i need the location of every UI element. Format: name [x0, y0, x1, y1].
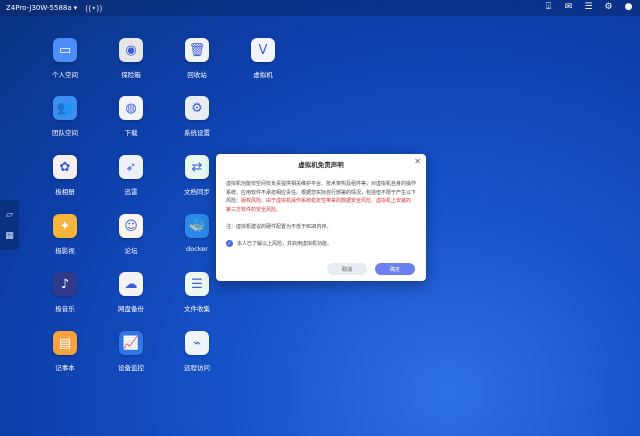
- desktop-app-14[interactable]: ☁ 网盘备份: [101, 272, 161, 313]
- device-selector[interactable]: Z4Pro-J30W-5588a ▾: [6, 4, 77, 12]
- desktop-app-5[interactable]: ◍ 下载: [101, 96, 161, 137]
- team-folder-icon: 👥: [53, 96, 77, 120]
- desktop-app-11[interactable]: ☺ 论坛: [101, 214, 161, 255]
- check-icon[interactable]: ✓: [226, 240, 233, 247]
- desktop-app-2[interactable]: 🗑 回收站: [167, 38, 227, 79]
- cloud-backup-icon: ☁: [119, 272, 143, 296]
- desktop-app-label: 论坛: [124, 247, 138, 255]
- download-icon: ◍: [119, 96, 143, 120]
- agree-checkbox[interactable]: ✓ 本人已了解以上风险，并启用虚拟机功能。: [226, 240, 332, 247]
- desktop-app-8[interactable]: ➶ 迅雷: [101, 155, 161, 196]
- desktop-app-label: 系统设置: [184, 129, 210, 137]
- hardware-note: 注：虚拟机建议的硬件配置为不低于8GB内存。: [226, 224, 332, 230]
- desktop-app-label: 极影视: [55, 247, 75, 255]
- desktop-app-1[interactable]: ◉ 保险箱: [101, 38, 161, 79]
- thunder-icon: ➶: [119, 155, 143, 179]
- desktop-app-3[interactable]: V 虚拟机: [233, 38, 293, 79]
- device-name: Z4Pro-J30W-5588a: [6, 4, 72, 12]
- video-icon: ✦: [53, 214, 77, 238]
- top-right-toolbar: ⍗ ✉ ☰ ⚙ ●: [543, 2, 634, 12]
- photos-icon: ✿: [53, 155, 77, 179]
- desktop-app-label: 团队空间: [52, 129, 78, 137]
- desktop-app-0[interactable]: ▭ 个人空间: [35, 38, 95, 79]
- desktop-app-18[interactable]: ⌁ 远程访问: [167, 331, 227, 372]
- desktop-app-label: 回收站: [187, 71, 207, 79]
- close-icon[interactable]: ✕: [414, 157, 421, 166]
- desktop-app-label: 文件收集: [184, 305, 210, 313]
- folder-icon: ▭: [53, 38, 77, 62]
- desktop-app-label: 保险箱: [121, 71, 141, 79]
- desktop-app-6[interactable]: ⚙ 系统设置: [167, 96, 227, 137]
- notepad-icon: ▤: [53, 331, 77, 355]
- laptop-icon[interactable]: ▱: [6, 210, 13, 220]
- mail-icon[interactable]: ✉: [563, 2, 574, 12]
- settings-icon[interactable]: ⚙: [603, 2, 614, 12]
- desktop-app-13[interactable]: ♪ 极音乐: [35, 272, 95, 313]
- settings-icon: ⚙: [185, 96, 209, 120]
- confirm-button[interactable]: 确定: [375, 263, 415, 275]
- dialog-body: 虚拟机功能仅空间仅负责提供相关维护平台、技术架构及组件等，对虚拟机自身的操作系统…: [226, 180, 416, 214]
- desktop-app-label: 虚拟机: [253, 71, 273, 79]
- desktop-app-16[interactable]: ▤ 记事本: [35, 331, 95, 372]
- docker-icon: 🐳: [185, 214, 209, 238]
- desktop-app-10[interactable]: ✦ 极影视: [35, 214, 95, 255]
- desktop-app-7[interactable]: ✿ 极相册: [35, 155, 95, 196]
- desktop-app-17[interactable]: 📈 设备监控: [101, 331, 161, 372]
- desktop-app-label: 设备监控: [118, 364, 144, 372]
- top-bar: Z4Pro-J30W-5588a ▾ ((•)) ⍗ ✉ ☰ ⚙ ●: [0, 0, 640, 16]
- user-icon[interactable]: ●: [623, 2, 634, 12]
- sync-icon: ⇄: [185, 155, 209, 179]
- desktop-app-label: 下载: [124, 129, 138, 137]
- trash-icon: 🗑: [185, 38, 209, 62]
- desktop-app-label: 极相册: [55, 188, 75, 196]
- chevron-down-icon: ▾: [73, 4, 78, 12]
- monitor-icon: 📈: [119, 331, 143, 355]
- apps-grid-icon[interactable]: ▦: [5, 231, 14, 241]
- desktop-app-label: 远程访问: [184, 364, 210, 372]
- vm-icon: V: [251, 38, 275, 62]
- desktop-app-4[interactable]: 👥 团队空间: [35, 96, 95, 137]
- vm-disclaimer-dialog: 虚拟机免责声明 ✕ 虚拟机功能仅空间仅负责提供相关维护平台、技术架构及组件等，对…: [216, 154, 426, 281]
- list-icon[interactable]: ☰: [583, 2, 594, 12]
- desktop-app-label: 迅雷: [124, 188, 138, 196]
- desktop-app-label: 极音乐: [55, 305, 75, 313]
- music-icon: ♪: [53, 272, 77, 296]
- safe-icon: ◉: [119, 38, 143, 62]
- wifi-icon: ((•)): [85, 3, 103, 13]
- desktop-app-label: 记事本: [55, 364, 75, 372]
- pin-icon[interactable]: ⍗: [543, 2, 554, 12]
- agree-label: 本人已了解以上风险，并启用虚拟机功能。: [237, 241, 333, 247]
- dialog-title: 虚拟机免责声明: [298, 161, 344, 169]
- file-collect-icon: ☰: [185, 272, 209, 296]
- risk-warning-text: 版权风险、由于虚拟机操作系统稳定性带来的数据安全风险、虚拟机上安装的第三方软件的…: [226, 198, 412, 213]
- remote-access-icon: ⌁: [185, 331, 209, 355]
- desktop-app-label: 个人空间: [52, 71, 78, 79]
- desktop-app-label: 网盘备份: [118, 305, 144, 313]
- side-dock: ▱ ▦: [0, 200, 19, 250]
- forum-icon: ☺: [119, 214, 143, 238]
- cancel-button[interactable]: 取消: [327, 263, 367, 275]
